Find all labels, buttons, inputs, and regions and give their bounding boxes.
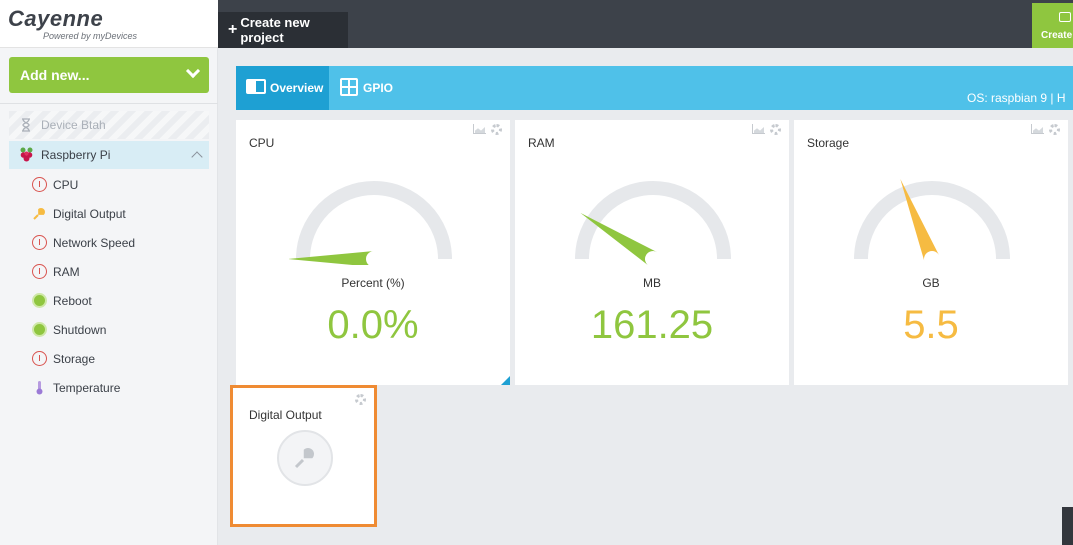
gear-icon[interactable] [491, 124, 502, 135]
widget-list: CPU Digital Output Network Speed RAM Reb… [0, 170, 218, 402]
gauge-icon [32, 235, 47, 250]
storage-widget-card[interactable]: Storage GB 5.5 [794, 120, 1068, 385]
gauge-value: 0.0% [327, 303, 419, 347]
resize-handle-icon[interactable] [501, 376, 510, 385]
device-label: Raspberry Pi [41, 148, 111, 162]
create-project-label: Create new project [240, 15, 310, 45]
device-label: Device Btah [41, 118, 106, 132]
tab-label: GPIO [363, 81, 394, 95]
card-title: CPU [249, 136, 275, 150]
sidebar-item-network-speed[interactable]: Network Speed [0, 228, 218, 257]
plus-icon: + [228, 21, 238, 38]
os-info: OS: raspbian 9 | H [967, 91, 1066, 105]
gauge-unit: GB [922, 276, 940, 290]
brand-logo[interactable]: Cayenne Powered by myDevices [0, 0, 218, 48]
ram-widget-card[interactable]: RAM MB 161.25 [515, 120, 789, 385]
sidebar-item-reboot[interactable]: Reboot [0, 286, 218, 315]
sidebar-item-label: RAM [53, 264, 80, 279]
green-dot-icon [32, 322, 47, 337]
scrollbar-handle[interactable] [1062, 507, 1073, 545]
gauge-icon [32, 264, 47, 279]
gauge-value: 5.5 [903, 303, 959, 347]
dashboard-icon [246, 79, 266, 94]
tab-overview[interactable]: Overview [236, 66, 329, 110]
hourglass-icon [22, 118, 30, 132]
top-bar: Cayenne Powered by myDevices + Create ne… [0, 0, 1073, 48]
chevron-up-icon[interactable] [191, 151, 203, 163]
sidebar-item-label: Shutdown [53, 322, 107, 337]
device-tab-bar: Overview GPIO OS: raspbian 9 | H [236, 66, 1073, 110]
gear-icon[interactable] [1049, 124, 1060, 135]
chevron-down-icon [185, 63, 201, 79]
tab-gpio[interactable]: GPIO [329, 66, 419, 110]
sidebar-item-label: Network Speed [53, 235, 136, 250]
sidebar-item-label: Reboot [53, 293, 92, 308]
sidebar: Add new... Device Btah Raspberry Pi CPU … [0, 48, 218, 545]
digital-output-widget-card[interactable]: Digital Output [230, 385, 377, 527]
card-title: Storage [807, 136, 850, 150]
add-new-button[interactable]: Add new... [9, 57, 209, 93]
brand-subtitle: Powered by myDevices [43, 31, 138, 41]
chart-icon[interactable] [752, 124, 765, 134]
sidebar-item-storage[interactable]: Storage [0, 344, 218, 373]
ram-gauge [575, 181, 731, 265]
brand-title: Cayenne [8, 6, 104, 31]
card-tools [1031, 124, 1060, 135]
gauge-unit: MB [643, 276, 661, 290]
create-label: Create [1041, 30, 1073, 41]
gauge-value: 161.25 [590, 303, 714, 347]
sidebar-item-shutdown[interactable]: Shutdown [0, 315, 218, 344]
divider [0, 103, 218, 104]
grid-icon [340, 78, 358, 96]
raspberry-pi-icon [20, 147, 33, 162]
sidebar-item-label: Storage [53, 351, 96, 366]
tab-label: Overview [270, 81, 324, 95]
thermometer-icon [36, 381, 43, 395]
add-new-label: Add new... [20, 67, 90, 83]
sidebar-item-label: Digital Output [53, 206, 126, 221]
card-tools [473, 124, 502, 135]
storage-gauge [854, 179, 1010, 262]
light-bulb-icon [33, 208, 45, 220]
chart-icon[interactable] [473, 124, 486, 134]
sidebar-item-ram[interactable]: RAM [0, 257, 218, 286]
sidebar-item-cpu[interactable]: CPU [0, 170, 218, 199]
gauge-icon [32, 351, 47, 366]
gauge-icon [32, 177, 47, 192]
sidebar-item-digital-output[interactable]: Digital Output [0, 199, 218, 228]
sidebar-device-raspberry-pi[interactable]: Raspberry Pi [9, 141, 209, 169]
monitor-icon [1059, 12, 1071, 22]
cpu-gauge [289, 181, 452, 265]
create-new-project-button[interactable]: + Create new project [218, 12, 348, 48]
card-title: RAM [528, 136, 555, 150]
cpu-widget-card[interactable]: CPU Percent (%) 0.0% [236, 120, 510, 385]
sidebar-item-label: CPU [53, 177, 79, 192]
gauge-unit: Percent (%) [341, 276, 405, 290]
gear-icon[interactable] [355, 394, 366, 405]
sidebar-item-temperature[interactable]: Temperature [0, 373, 218, 402]
green-dot-icon [32, 293, 47, 308]
chart-icon[interactable] [1031, 124, 1044, 134]
create-button[interactable]: Create [1032, 3, 1073, 48]
card-title: Digital Output [249, 408, 322, 422]
card-tools [752, 124, 781, 135]
gear-icon[interactable] [770, 124, 781, 135]
light-toggle-button[interactable] [277, 430, 333, 486]
light-bulb-icon [294, 448, 314, 469]
sidebar-device-btah[interactable]: Device Btah [9, 111, 209, 139]
sidebar-item-label: Temperature [53, 380, 121, 395]
